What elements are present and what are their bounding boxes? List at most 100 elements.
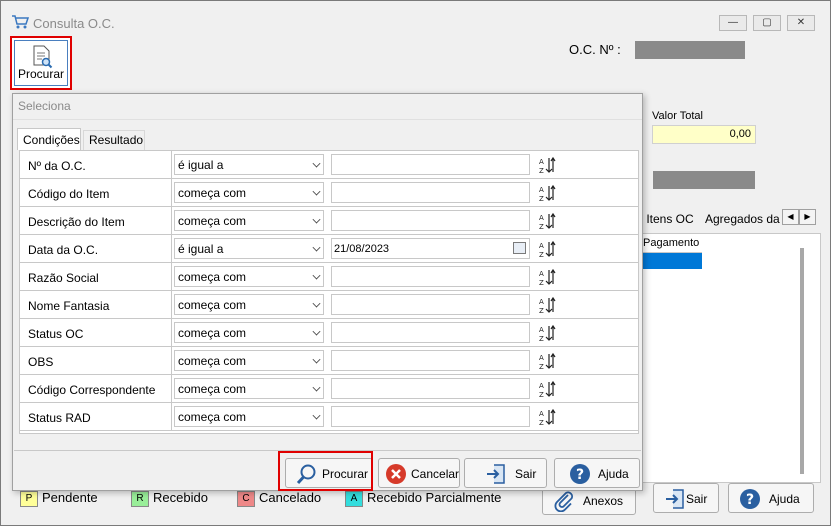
chevron-down-icon bbox=[312, 411, 321, 420]
sort-az-icon[interactable]: AZ bbox=[538, 380, 556, 399]
value-input[interactable] bbox=[331, 378, 530, 399]
condition-label: Status RAD bbox=[28, 411, 91, 425]
tab-scroll-left-button[interactable]: ◀ bbox=[782, 209, 799, 225]
svg-text:Z: Z bbox=[539, 223, 544, 230]
svg-text:A: A bbox=[539, 186, 544, 194]
oc-number-label: O.C. Nº : bbox=[569, 42, 621, 57]
svg-text:Z: Z bbox=[539, 167, 544, 174]
dialog-sair-button[interactable]: Sair bbox=[464, 458, 547, 488]
dialog-divider bbox=[13, 119, 642, 120]
sort-az-icon[interactable]: AZ bbox=[538, 296, 556, 315]
chevron-down-icon bbox=[312, 159, 321, 168]
operator-select[interactable]: começa com bbox=[174, 406, 324, 427]
operator-select[interactable]: é igual a bbox=[174, 154, 324, 175]
chevron-down-icon bbox=[312, 383, 321, 392]
minimize-button[interactable]: — bbox=[719, 15, 747, 31]
title-bar: Consulta O.C. — ▢ ✕ bbox=[1, 1, 830, 35]
maximize-icon: ▢ bbox=[762, 17, 772, 28]
tab-agregados[interactable]: Agregados da bbox=[705, 212, 780, 226]
value-input[interactable]: 21/08/2023 bbox=[331, 238, 530, 259]
help-icon: ? bbox=[740, 489, 760, 509]
value-input[interactable] bbox=[331, 266, 530, 287]
tab-itens-oc[interactable]: s Itens OC bbox=[637, 212, 694, 226]
operator-select[interactable]: começa com bbox=[174, 350, 324, 371]
operator-value: começa com bbox=[178, 186, 247, 200]
operator-value: começa com bbox=[178, 326, 247, 340]
value-input[interactable] bbox=[331, 294, 530, 315]
oc-number-field[interactable] bbox=[635, 41, 745, 59]
conditions-grid: Nº da O.C. é igual a A Z Código do Item começ… bbox=[19, 150, 639, 434]
operator-select[interactable]: começa com bbox=[174, 294, 324, 315]
operator-select[interactable]: começa com bbox=[174, 266, 324, 287]
maximize-button[interactable]: ▢ bbox=[753, 15, 781, 31]
dialog-cancelar-label: Cancelar bbox=[411, 467, 460, 481]
paperclip-icon bbox=[554, 491, 573, 512]
sort-az-icon[interactable]: AZ bbox=[538, 212, 556, 231]
value-input[interactable] bbox=[331, 406, 530, 427]
operator-select[interactable]: começa com bbox=[174, 322, 324, 343]
legend-cancelado: C Cancelado bbox=[237, 490, 321, 510]
procurar-label: Procurar bbox=[17, 67, 64, 81]
svg-text:A: A bbox=[539, 298, 544, 306]
legend-recebido: R Recebido bbox=[131, 490, 208, 510]
legend-key-c: C bbox=[237, 490, 255, 507]
legend-label-pendente: Pendente bbox=[42, 490, 98, 505]
close-button[interactable]: ✕ bbox=[787, 15, 815, 31]
sort-az-icon[interactable]: AZ bbox=[538, 184, 556, 203]
operator-value: começa com bbox=[178, 410, 247, 424]
sort-az-icon[interactable]: AZ bbox=[538, 352, 556, 371]
svg-text:A: A bbox=[539, 382, 544, 390]
sort-az-icon[interactable]: AZ bbox=[538, 156, 556, 175]
value-input[interactable] bbox=[331, 322, 530, 343]
svg-text:Z: Z bbox=[539, 195, 544, 202]
operator-select[interactable]: é igual a bbox=[174, 238, 324, 259]
tab-resultado[interactable]: Resultado bbox=[83, 130, 145, 150]
ajuda-button[interactable]: ? Ajuda bbox=[728, 483, 814, 513]
value-input[interactable] bbox=[331, 350, 530, 371]
tab-condicoes[interactable]: Condições bbox=[17, 128, 81, 150]
value-input[interactable] bbox=[331, 210, 530, 231]
legend-pendente: P Pendente bbox=[20, 490, 98, 510]
condition-row: Data da O.C. é igual a 21/08/2023 A Z bbox=[20, 235, 638, 263]
svg-text:Z: Z bbox=[539, 419, 544, 426]
condition-label: Nº da O.C. bbox=[28, 159, 86, 173]
condition-label: Nome Fantasia bbox=[28, 299, 110, 313]
condition-row: Status OC começa com A Z bbox=[20, 319, 638, 347]
legend-label-cancelado: Cancelado bbox=[259, 490, 322, 505]
operator-value: começa com bbox=[178, 354, 247, 368]
masked-field bbox=[653, 171, 755, 189]
sort-az-icon[interactable]: AZ bbox=[538, 240, 556, 259]
value-input[interactable] bbox=[331, 182, 530, 203]
operator-select[interactable]: começa com bbox=[174, 182, 324, 203]
tab-scroll-right-button[interactable]: ▶ bbox=[799, 209, 816, 225]
calendar-icon[interactable] bbox=[513, 242, 526, 254]
vertical-scrollbar[interactable] bbox=[800, 248, 804, 474]
dialog-ajuda-button[interactable]: ? Ajuda bbox=[554, 458, 640, 488]
sort-az-icon[interactable]: AZ bbox=[538, 268, 556, 287]
dialog-ajuda-label: Ajuda bbox=[598, 467, 629, 481]
column-divider bbox=[171, 375, 172, 403]
legend-key-a: A bbox=[345, 490, 363, 507]
operator-select[interactable]: começa com bbox=[174, 378, 324, 399]
svg-text:?: ? bbox=[746, 492, 754, 508]
dialog-title: Seleciona bbox=[18, 99, 71, 113]
svg-text:Z: Z bbox=[539, 363, 544, 370]
sort-az-icon[interactable]: AZ bbox=[538, 408, 556, 427]
selected-row[interactable] bbox=[642, 253, 702, 269]
operator-select[interactable]: começa com bbox=[174, 210, 324, 231]
chevron-down-icon bbox=[312, 187, 321, 196]
column-divider bbox=[171, 263, 172, 291]
column-divider bbox=[171, 291, 172, 319]
sort-az-icon[interactable]: AZ bbox=[538, 324, 556, 343]
column-divider bbox=[171, 319, 172, 347]
seleciona-dialog: Seleciona Condições Resultado Nº da O.C.… bbox=[12, 93, 643, 491]
column-divider bbox=[171, 347, 172, 375]
toolbar-procurar-button[interactable]: Procurar bbox=[10, 36, 72, 90]
dialog-cancelar-button[interactable]: Cancelar bbox=[378, 458, 460, 488]
condition-label: Descrição do Item bbox=[28, 215, 125, 229]
chevron-down-icon bbox=[312, 243, 321, 252]
right-grid: Pagamento bbox=[641, 233, 821, 483]
sair-button[interactable]: Sair bbox=[653, 483, 719, 513]
value-input[interactable] bbox=[331, 154, 530, 175]
pagamento-column-header[interactable]: Pagamento bbox=[642, 234, 702, 253]
